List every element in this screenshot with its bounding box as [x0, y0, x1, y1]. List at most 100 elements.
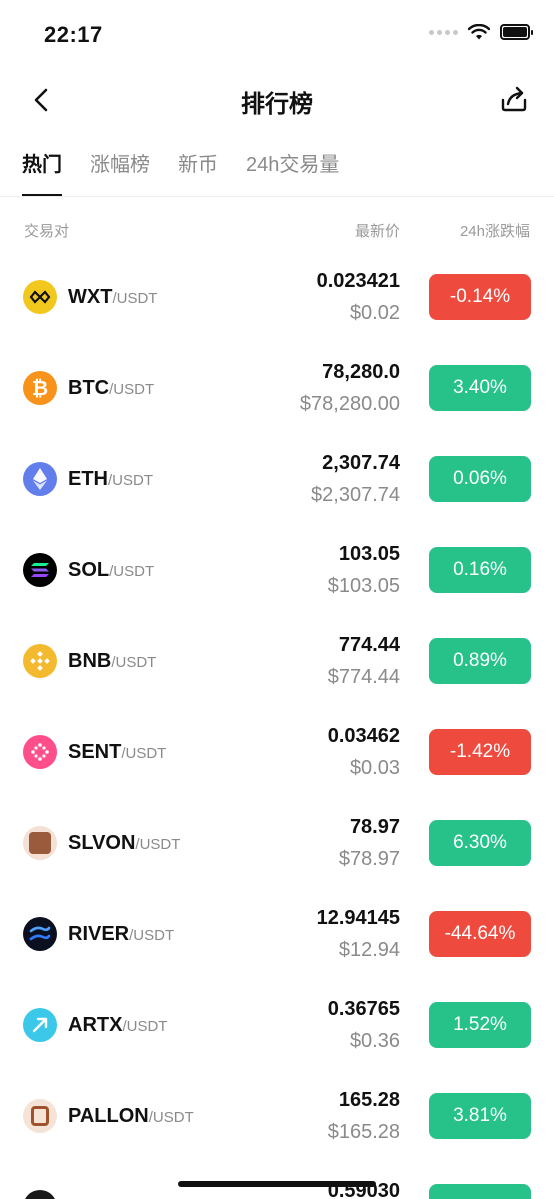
- usd-price: $78,280.00: [299, 393, 400, 415]
- pair-base: WXT: [68, 286, 113, 308]
- change-badge[interactable]: -0.14%: [429, 274, 531, 320]
- pair-quote: /USDT: [108, 472, 153, 489]
- column-header-price: 最新价: [354, 223, 400, 240]
- change-badge[interactable]: 0.89%: [429, 638, 531, 684]
- pair-base: BTC: [68, 377, 110, 399]
- list-item[interactable]: ARTX/USDT 0.36765 $0.36 1.52%: [0, 980, 554, 1071]
- trading-pair: SENT/USDT: [68, 741, 166, 764]
- last-price: 0.023421: [316, 270, 400, 292]
- pair-base: ARTX: [68, 1014, 123, 1036]
- usd-price: $103.05: [327, 575, 400, 597]
- cellular-signal-icon: [429, 29, 458, 35]
- last-price: 0.03462: [327, 725, 400, 747]
- share-icon[interactable]: [498, 82, 530, 114]
- list-item[interactable]: ETH/USDT 2,307.74 $2,307.74 0.06%: [0, 434, 554, 525]
- sol-icon: [23, 553, 57, 587]
- tab-24h-volume[interactable]: 24h交易量: [246, 148, 339, 196]
- usd-price: $78.97: [338, 848, 400, 870]
- tab-hot[interactable]: 热门: [22, 148, 62, 196]
- usd-price: $165.28: [327, 1121, 400, 1143]
- trading-pair: SOL/USDT: [68, 559, 154, 582]
- pair-base: BNB: [68, 650, 112, 672]
- trading-pair: BNB/USDT: [68, 650, 156, 673]
- last-price: 78,280.0: [322, 361, 400, 383]
- change-badge[interactable]: 3.81%: [429, 1093, 531, 1139]
- usd-price: $2,307.74: [311, 484, 400, 506]
- usd-price: $0.02: [349, 302, 400, 324]
- column-headers: 交易对 最新价 24h涨跌幅: [0, 220, 554, 244]
- pair-quote: /USDT: [135, 836, 181, 853]
- pair-quote: /USDT: [122, 1018, 168, 1035]
- pair-quote: /USDT: [111, 654, 157, 671]
- change-badge[interactable]: 1.52%: [429, 1002, 531, 1048]
- tab-bar: 热门 涨幅榜 新币 24h交易量: [22, 148, 339, 198]
- wifi-icon: [468, 24, 490, 40]
- bnb-icon: [23, 644, 57, 678]
- last-price: 103.05: [338, 543, 400, 565]
- last-price: 78.97: [349, 816, 400, 838]
- change-badge[interactable]: 0.06%: [429, 456, 531, 502]
- pair-base: RIVER: [68, 923, 130, 945]
- pair-quote: /USDT: [109, 563, 155, 580]
- river-icon: [23, 917, 57, 951]
- list-item[interactable]: ₿ BTC/USDT 78,280.0 $78,280.00 3.40%: [0, 343, 554, 434]
- trading-pair: BTC/USDT: [68, 377, 154, 400]
- pair-base: SLVON: [68, 832, 136, 854]
- home-indicator: [178, 1181, 376, 1187]
- pair-base: SENT: [68, 741, 122, 763]
- list-item[interactable]: SOL/USDT 103.05 $103.05 0.16%: [0, 525, 554, 616]
- last-price: 774.44: [338, 634, 400, 656]
- header: 排行榜: [0, 70, 554, 130]
- trading-pair: ARTX/USDT: [68, 1014, 167, 1037]
- status-bar: 22:17: [0, 0, 554, 70]
- trading-pair: PALLON/USDT: [68, 1105, 194, 1128]
- sent-icon: [23, 735, 57, 769]
- trading-pair: WXT/USDT: [68, 286, 157, 309]
- last-price: 165.28: [338, 1089, 400, 1111]
- change-badge[interactable]: 3.40%: [429, 365, 531, 411]
- artx-icon: [23, 1008, 57, 1042]
- usd-price: $0.03: [349, 757, 400, 779]
- pair-quote: /USDT: [129, 927, 175, 944]
- list-item[interactable]: PALLON/USDT 165.28 $165.28 3.81%: [0, 1071, 554, 1162]
- pallon-icon: [23, 1099, 57, 1133]
- list-item[interactable]: BNB/USDT 774.44 $774.44 0.89%: [0, 616, 554, 707]
- page-title: 排行榜: [241, 91, 313, 118]
- usd-price: $0.36: [349, 1030, 400, 1052]
- column-header-change: 24h涨跌幅: [459, 223, 530, 240]
- pair-base: PALLON: [68, 1105, 149, 1127]
- pair-base: ETH: [68, 468, 108, 490]
- last-price: 12.94145: [316, 907, 400, 929]
- change-badge[interactable]: -1.42%: [429, 729, 531, 775]
- list-item[interactable]: SLVON/USDT 78.97 $78.97 6.30%: [0, 798, 554, 889]
- list-item[interactable]: RIVER/USDT 12.94145 $12.94 -44.64%: [0, 889, 554, 980]
- last-price: 2,307.74: [322, 452, 400, 474]
- change-badge[interactable]: 6.30%: [429, 820, 531, 866]
- slvon-icon: [23, 826, 57, 860]
- pair-quote: /USDT: [121, 745, 167, 762]
- pair-quote: /USDT: [109, 381, 155, 398]
- list-item[interactable]: SENT/USDT 0.03462 $0.03 -1.42%: [0, 707, 554, 798]
- pair-quote: /USDT: [112, 290, 158, 307]
- eth-icon: [23, 462, 57, 496]
- trading-pair: ETH/USDT: [68, 468, 153, 491]
- column-header-pair: 交易对: [24, 223, 70, 240]
- change-badge[interactable]: -44.64%: [429, 911, 531, 957]
- btc-icon: ₿: [23, 371, 57, 405]
- list-item[interactable]: WXT/USDT 0.023421 $0.02 -0.14%: [0, 252, 554, 343]
- change-badge[interactable]: 0.16%: [429, 547, 531, 593]
- coin-icon: [23, 1190, 57, 1199]
- pair-quote: /USDT: [148, 1109, 194, 1126]
- pair-base: SOL: [68, 559, 110, 581]
- change-badge[interactable]: [429, 1184, 531, 1199]
- tab-new-coins[interactable]: 新币: [178, 148, 218, 196]
- ranking-list: WXT/USDT 0.023421 $0.02 -0.14% ₿ BTC/USDT 78,2…: [0, 252, 554, 1199]
- trading-pair: RIVER/USDT: [68, 923, 174, 946]
- status-time: 22:17: [44, 22, 103, 47]
- last-price: 0.36765: [327, 998, 400, 1020]
- status-icons: [429, 24, 533, 40]
- battery-icon: [500, 24, 533, 40]
- tab-gainers[interactable]: 涨幅榜: [90, 148, 150, 196]
- usd-price: $12.94: [338, 939, 400, 961]
- trading-pair: SLVON/USDT: [68, 832, 180, 855]
